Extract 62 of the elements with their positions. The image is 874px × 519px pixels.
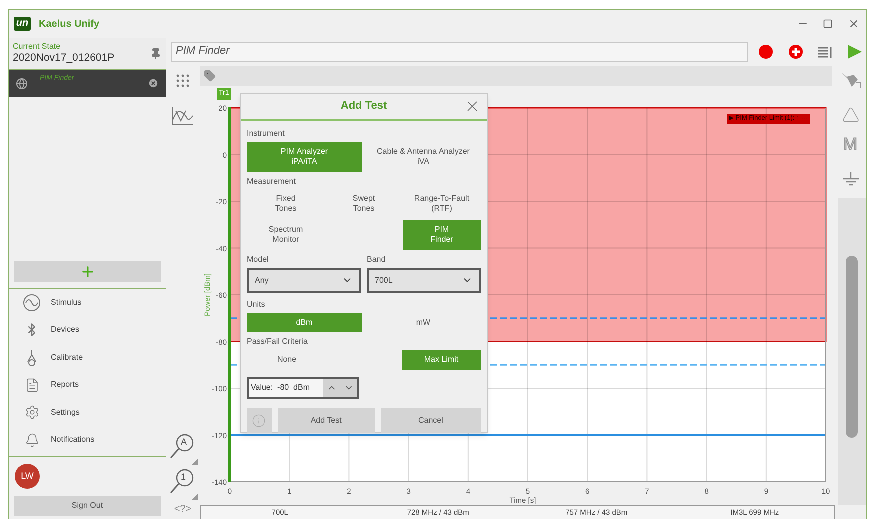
option-button[interactable]: Spectrum Monitor xyxy=(247,220,325,250)
nav-item[interactable]: Calibrate xyxy=(9,344,166,372)
option-button[interactable]: None xyxy=(247,350,327,370)
section-label: Pass/Fail Criteria xyxy=(247,337,309,347)
plus-icon xyxy=(80,264,96,280)
value-spinner[interactable]: Value: -80 dBm xyxy=(247,377,359,399)
user-avatar[interactable]: LW xyxy=(15,464,40,489)
zoom-label: 1 xyxy=(181,471,186,483)
dropdown[interactable]: Any xyxy=(247,268,361,293)
settings-icon xyxy=(24,405,40,420)
section-label: Units xyxy=(247,300,266,310)
tongs-icon xyxy=(25,348,39,367)
app-title: Kaelus Unify xyxy=(39,18,100,32)
grid-dots-icon[interactable] xyxy=(176,74,190,88)
option-button[interactable]: dBm xyxy=(247,313,362,332)
document-icon xyxy=(24,378,40,393)
triangle-icon[interactable] xyxy=(842,106,860,124)
zoom-icon[interactable] xyxy=(168,433,198,465)
dialog-title: Add Test xyxy=(340,99,388,114)
globe-icon xyxy=(16,78,28,90)
option-button[interactable]: Fixed Tones xyxy=(247,191,325,217)
option-button[interactable]: PIM Analyzer iPA/iTA xyxy=(247,142,362,172)
zoom-label: A xyxy=(181,436,188,448)
add-test-button[interactable]: Add Test xyxy=(278,408,375,433)
field-label: Model xyxy=(247,255,270,265)
curve-chart-icon[interactable] xyxy=(172,106,194,126)
option-button[interactable]: Range-To-Fault (RTF) xyxy=(403,191,481,217)
info-icon xyxy=(252,414,266,428)
option-button[interactable]: Swept Tones xyxy=(325,191,403,217)
option-button[interactable]: PIM Finder xyxy=(403,220,481,250)
app-logo: un xyxy=(14,17,31,31)
record-icon[interactable] xyxy=(759,44,773,58)
add-icon[interactable] xyxy=(789,44,803,58)
section-label: Instrument xyxy=(247,129,286,139)
sine-wave-icon xyxy=(23,294,41,312)
field-label: Band xyxy=(367,255,387,265)
nav-item[interactable]: Notifications xyxy=(9,426,166,454)
cancel-button[interactable]: Cancel xyxy=(380,408,481,433)
maximize-icon[interactable] xyxy=(823,19,833,29)
list-icon[interactable] xyxy=(818,46,832,58)
option-button[interactable]: Max Limit xyxy=(402,350,481,370)
tag-icon xyxy=(204,70,216,82)
state-value: 2020Nov17_012601P xyxy=(13,52,116,65)
sign-out-button[interactable]: Sign Out xyxy=(14,496,161,516)
option-button[interactable]: mW xyxy=(366,313,481,332)
close-icon[interactable] xyxy=(848,18,860,30)
dropdown[interactable]: 700L xyxy=(367,268,481,293)
pin-icon[interactable] xyxy=(150,48,162,60)
ground-icon[interactable] xyxy=(840,172,860,188)
scroll-thumb[interactable] xyxy=(846,256,858,438)
bell-icon xyxy=(24,432,40,448)
nav-item[interactable]: Stimulus xyxy=(9,289,166,316)
nav-item[interactable]: Settings xyxy=(9,399,166,426)
play-icon[interactable] xyxy=(847,44,863,60)
nav-item[interactable]: Devices xyxy=(9,316,166,344)
option-button[interactable]: Cable & Antenna Analyzer iVA xyxy=(366,142,481,172)
test-name-field[interactable]: PIM Finder xyxy=(171,42,748,62)
remove-icon[interactable] xyxy=(148,78,159,89)
state-label: Current State xyxy=(13,42,62,52)
nav-item[interactable]: Reports xyxy=(9,372,166,399)
zoom-icon[interactable] xyxy=(168,468,198,500)
section-label: Measurement xyxy=(247,177,297,187)
